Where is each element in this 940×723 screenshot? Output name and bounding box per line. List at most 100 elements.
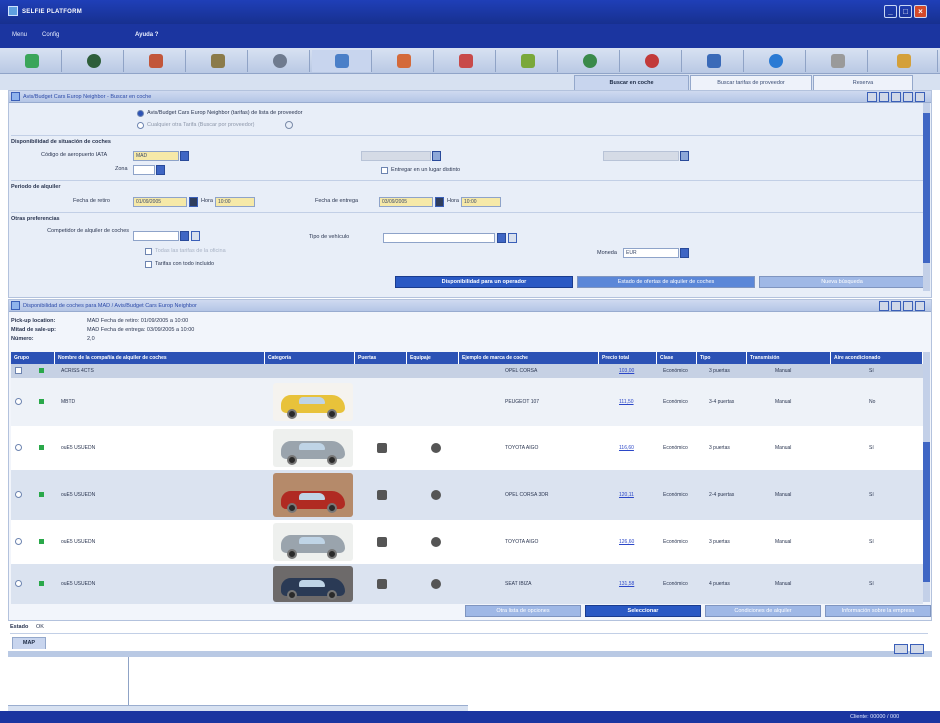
pickup-time-input[interactable]: 10:00 bbox=[215, 197, 255, 207]
table-row[interactable]: ouE5 USUEDN OPEL CORSA 3DR 120,11 Económ… bbox=[11, 470, 923, 520]
city-input[interactable] bbox=[361, 151, 431, 161]
save-icon[interactable] bbox=[879, 301, 889, 311]
other-options-button[interactable]: Otra lista de opciones bbox=[465, 605, 581, 617]
table-row[interactable]: MBTD PEUGEOT 107 111,50 Económico 3-4 pu… bbox=[11, 378, 923, 426]
lookup-icon[interactable] bbox=[191, 231, 200, 241]
office-rates-checkbox[interactable] bbox=[145, 248, 152, 255]
calendar-icon[interactable] bbox=[435, 197, 444, 207]
calendar-icon[interactable] bbox=[189, 197, 198, 207]
return-time-input[interactable]: 10:00 bbox=[461, 197, 501, 207]
radio-avis-rates[interactable] bbox=[137, 110, 144, 117]
pickup-date-input[interactable]: 01/09/2005 bbox=[133, 197, 187, 207]
refresh-icon[interactable] bbox=[903, 301, 913, 311]
refresh-icon[interactable] bbox=[903, 92, 913, 102]
printer-icon[interactable] bbox=[808, 50, 868, 72]
row-price-link[interactable]: 103,00 bbox=[619, 368, 634, 374]
doc-icon[interactable] bbox=[684, 50, 744, 72]
earth-icon[interactable] bbox=[64, 50, 124, 72]
row-radio[interactable] bbox=[15, 398, 22, 405]
person-run-icon[interactable] bbox=[126, 50, 186, 72]
supplier-dropdown-button[interactable] bbox=[180, 231, 189, 241]
row-radio[interactable] bbox=[15, 491, 22, 498]
airport-dropdown-button[interactable] bbox=[180, 151, 189, 161]
menu-item-help[interactable]: Ayuda ? bbox=[135, 32, 158, 38]
map-zoom-icon[interactable] bbox=[894, 644, 908, 654]
tree-icon[interactable] bbox=[498, 50, 558, 72]
lookup-icon[interactable] bbox=[508, 233, 517, 243]
column-header-luggage[interactable]: Equipaje bbox=[407, 352, 459, 364]
availability-button[interactable]: Disponibilidad para un operador bbox=[395, 276, 573, 288]
results-scrollbar[interactable] bbox=[923, 352, 930, 602]
copy-icon[interactable] bbox=[891, 92, 901, 102]
return-location-input[interactable] bbox=[603, 151, 679, 161]
select-button[interactable]: Seleccionar bbox=[585, 605, 701, 617]
world-icon[interactable] bbox=[560, 50, 620, 72]
rental-conditions-button[interactable]: Condiciones de alquiler bbox=[705, 605, 821, 617]
gear-icon[interactable] bbox=[250, 50, 310, 72]
search-scrollbar[interactable] bbox=[923, 103, 930, 291]
help-icon[interactable] bbox=[915, 92, 925, 102]
row-checkbox[interactable] bbox=[15, 367, 22, 374]
row-price-link[interactable]: 126,60 bbox=[619, 539, 634, 545]
row-price-link[interactable]: 120,11 bbox=[619, 492, 634, 498]
column-header-ac[interactable]: Aire acondicionado bbox=[831, 352, 923, 364]
vehicle-type-dropdown-button[interactable] bbox=[497, 233, 506, 243]
radio-other-rates[interactable] bbox=[137, 122, 144, 129]
tab-booking[interactable]: Reserva bbox=[813, 75, 913, 90]
scrollbar-thumb[interactable] bbox=[923, 442, 930, 582]
currency-dropdown-button[interactable] bbox=[680, 248, 689, 258]
close-button[interactable]: × bbox=[914, 5, 927, 18]
column-header-transmission[interactable]: Transmisión bbox=[747, 352, 831, 364]
table-row[interactable]: ouE5 USUEDN TOYOTA AIGO 126,60 Económico… bbox=[11, 520, 923, 564]
search-magnifier-icon[interactable] bbox=[285, 121, 293, 129]
city-dropdown-button[interactable] bbox=[432, 151, 441, 161]
column-header-doors[interactable]: Puertas bbox=[355, 352, 407, 364]
zone-dropdown-button[interactable] bbox=[156, 165, 165, 175]
company-info-button[interactable]: Información sobre la empresa bbox=[825, 605, 931, 617]
column-header-category[interactable]: Categoría bbox=[265, 352, 355, 364]
save-icon[interactable] bbox=[879, 92, 889, 102]
row-price-link[interactable]: 131,58 bbox=[619, 581, 634, 587]
row-price-link[interactable]: 111,50 bbox=[619, 399, 634, 405]
tab-map[interactable]: MAP bbox=[12, 637, 46, 649]
column-header-price[interactable]: Precio total bbox=[599, 352, 657, 364]
vehicle-type-input[interactable] bbox=[383, 233, 495, 243]
pin-icon[interactable] bbox=[867, 92, 877, 102]
new-search-button[interactable]: Nueva búsqueda bbox=[759, 276, 925, 288]
menu-item-menu[interactable]: Menu bbox=[12, 32, 27, 38]
row-price-link[interactable]: 116,60 bbox=[619, 445, 634, 451]
car-icon[interactable] bbox=[312, 50, 372, 72]
airport-input[interactable]: MAD bbox=[133, 151, 179, 161]
folder-icon[interactable] bbox=[870, 50, 938, 72]
row-radio[interactable] bbox=[15, 580, 22, 587]
table-row[interactable]: ouE5 USUEDN SEAT IBIZA 131,58 Económico … bbox=[11, 564, 923, 604]
maximize-button[interactable]: □ bbox=[899, 5, 912, 18]
tab-search-car[interactable]: Buscar en coche bbox=[574, 75, 689, 90]
people-icon[interactable] bbox=[436, 50, 496, 72]
column-header-group[interactable]: Grupo bbox=[11, 352, 55, 364]
column-header-model[interactable]: Ejemplo de marca de coche bbox=[459, 352, 599, 364]
help-icon[interactable] bbox=[915, 301, 925, 311]
offer-status-button[interactable]: Estado de ofertas de alquiler de coches bbox=[577, 276, 755, 288]
scrollbar-thumb[interactable] bbox=[923, 113, 930, 263]
clock-icon[interactable] bbox=[622, 50, 682, 72]
supplier-input[interactable] bbox=[133, 231, 179, 241]
all-rates-checkbox[interactable] bbox=[145, 261, 152, 268]
column-header-type[interactable]: Tipo bbox=[697, 352, 747, 364]
phone-icon[interactable] bbox=[374, 50, 434, 72]
currency-input[interactable]: EUR bbox=[623, 248, 679, 258]
return-elsewhere-checkbox[interactable] bbox=[381, 167, 388, 174]
building-icon[interactable] bbox=[188, 50, 248, 72]
return-location-dropdown-button[interactable] bbox=[680, 151, 689, 161]
table-row[interactable]: ouE5 USUEDN TOYOTA AIGO 116,60 Económico… bbox=[11, 426, 923, 470]
column-header-company[interactable]: Nombre de la compañía de alquiler de coc… bbox=[55, 352, 265, 364]
tab-supplier-rates[interactable]: Buscar tarifas de proveedor bbox=[690, 75, 812, 90]
menu-item-config[interactable]: Config bbox=[42, 32, 59, 38]
row-radio[interactable] bbox=[15, 538, 22, 545]
return-date-input[interactable]: 03/09/2005 bbox=[379, 197, 433, 207]
globe-blue-icon[interactable] bbox=[746, 50, 806, 72]
minimize-button[interactable]: _ bbox=[884, 5, 897, 18]
map-settings-icon[interactable] bbox=[910, 644, 924, 654]
globe-icon[interactable] bbox=[2, 50, 62, 72]
copy-icon[interactable] bbox=[891, 301, 901, 311]
